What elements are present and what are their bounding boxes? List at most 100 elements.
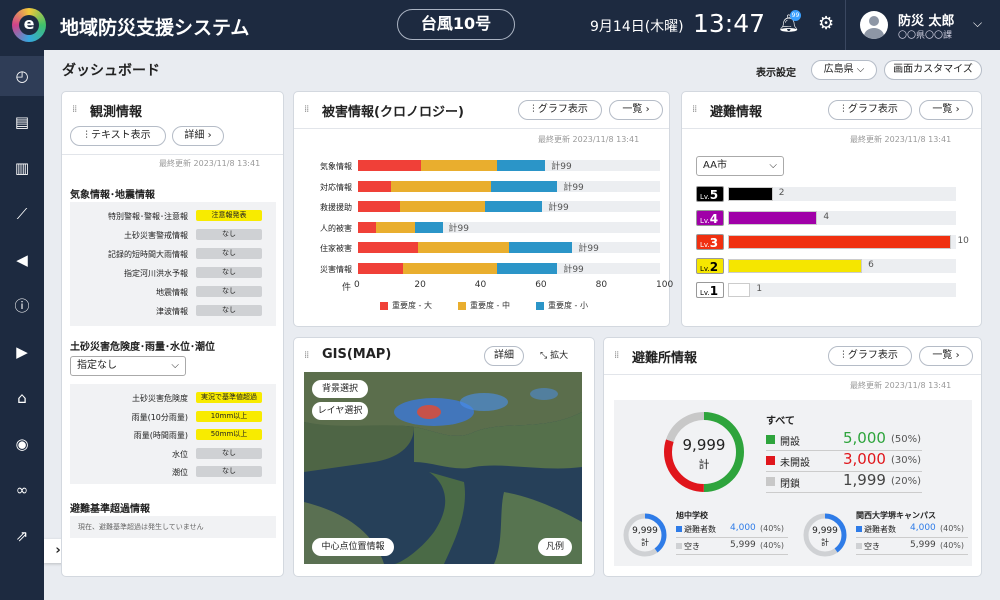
status-badge: 10mm以上 [196, 410, 262, 422]
status-percent: (50%) [891, 434, 922, 445]
x-tick-label: 100 [656, 280, 674, 290]
customize-button[interactable]: 画面カスタマイズ [884, 60, 982, 80]
last-updated: 最終更新 2023/11/8 13:41 [159, 159, 261, 168]
map-icon[interactable]: ▥ [0, 148, 44, 188]
background-select-button[interactable]: 背景選択 [312, 380, 368, 398]
chevron-down-icon: ⌵ [171, 360, 179, 371]
facility-swatch [856, 543, 862, 549]
dashboard-icon[interactable]: ◴ [0, 56, 44, 96]
section-rain: 土砂災害危険度･雨量･水位･潮位 [70, 342, 215, 353]
drag-handle-icon[interactable]: ⁞⁞ [614, 350, 619, 361]
level-prefix: Lv. [700, 289, 710, 297]
user-menu[interactable]: 防災 太郎 〇〇県〇〇課 ⌵ [845, 0, 1000, 50]
divider [856, 554, 968, 555]
shelter-total-unit: 計 [698, 458, 710, 471]
expand-button[interactable]: ⤡ 拡大 [540, 348, 568, 361]
gear-icon[interactable]: ⚙ [818, 13, 834, 34]
map-legend-button[interactable]: 凡例 [538, 538, 572, 556]
external-link-icon[interactable]: ⇗ [0, 516, 44, 556]
level-label: Lv.4 [696, 210, 724, 226]
notification-badge: 99 [790, 10, 801, 21]
map-view[interactable]: 背景選択 レイヤ選択 中心点位置情報 凡例 [304, 372, 582, 564]
obs-row-label: 土砂災害危険度 [132, 394, 188, 403]
level-count: 4 [823, 212, 830, 222]
divider [62, 154, 283, 155]
observation-card: ⁞⁞ 観測情報 ⫶ テキスト表示 詳細 › 最終更新 2023/11/8 13:… [61, 91, 284, 577]
graph-view-button[interactable]: ⫶ グラフ表示 [828, 346, 912, 366]
status-label: 開設 [780, 437, 800, 448]
typhoon-selector[interactable]: 台風10号 [397, 9, 515, 40]
facility-row-label: 避難者数 [864, 525, 896, 534]
obs-row-label: 雨量(10分雨量) [131, 412, 188, 422]
link-icon[interactable]: ∞ [0, 470, 44, 510]
avatar [860, 11, 888, 39]
chart-icon[interactable]: ⟋ [0, 194, 44, 234]
legend-swatch [380, 302, 388, 310]
video-icon[interactable]: ▶ [0, 332, 44, 372]
document-icon[interactable]: ▤ [0, 102, 44, 142]
current-date: 9月14日(木曜) [590, 19, 684, 35]
drag-handle-icon[interactable]: ⁞⁞ [72, 104, 77, 115]
user-name: 防災 太郎 [898, 14, 955, 29]
bar-segment [418, 242, 509, 253]
facility-total-unit: 計 [821, 538, 829, 547]
drag-handle-icon[interactable]: ⁞⁞ [304, 104, 309, 115]
layer-select-button[interactable]: レイヤ選択 [312, 402, 368, 420]
last-updated: 最終更新 2023/11/8 13:41 [850, 381, 952, 390]
status-badge: なし [196, 229, 262, 240]
megaphone-icon[interactable]: ◀ [0, 240, 44, 280]
status-badge: 注意報発表 [196, 210, 262, 221]
level-prefix: Lv. [700, 217, 710, 225]
bar-segment [358, 242, 419, 253]
center-info-button[interactable]: 中心点位置情報 [312, 538, 394, 556]
facility-total: 9,999 [812, 526, 838, 536]
detail-button[interactable]: 詳細 [484, 346, 524, 366]
level-number: 1 [709, 284, 719, 298]
info-icon[interactable]: ⓘ [0, 286, 44, 326]
obs-row-label: 土砂災害警戒情報 [124, 231, 188, 240]
divider [856, 537, 968, 538]
bar-segment [496, 160, 546, 171]
list-button[interactable]: 一覧 › [919, 100, 973, 120]
obs-row-label: 特別警報･警報･注意報 [108, 212, 188, 221]
graph-view-button[interactable]: ⫶ グラフ表示 [518, 100, 602, 120]
legend-swatch [536, 302, 544, 310]
app-logo: e [12, 8, 46, 42]
level-count: 6 [868, 260, 874, 270]
text-view-button[interactable]: ⫶ テキスト表示 [70, 126, 166, 146]
status-badge: なし [196, 267, 262, 278]
broadcast-icon[interactable]: ◉ [0, 424, 44, 464]
status-percent: (20%) [891, 476, 922, 487]
drag-handle-icon[interactable]: ⁞⁞ [304, 350, 309, 361]
drag-handle-icon[interactable]: ⁞⁞ [692, 104, 697, 115]
section-evac-exceed: 避難基準超過情報 [70, 504, 150, 515]
area-select[interactable]: 指定なし ⌵ [70, 356, 186, 376]
total-label: 計99 [551, 162, 572, 172]
total-label: 計99 [563, 264, 584, 275]
city-select[interactable]: AA市 ⌵ [696, 156, 784, 176]
card-title: 避難所情報 [632, 351, 698, 366]
status-badge: なし [196, 466, 262, 477]
facility-row-value: 5,999 [730, 540, 756, 550]
shelter-total: 9,999 [682, 436, 726, 454]
status-value: 1,999 [843, 471, 886, 489]
section-weather: 気象情報･地震情報 [70, 190, 155, 201]
evacuation-icon[interactable]: ⌂ [0, 378, 44, 418]
legend-label: 重要度 - 小 [548, 301, 588, 310]
level-label: Lv.1 [696, 282, 724, 298]
region-select[interactable]: 広島県 ⌵ [811, 60, 877, 80]
evac-exceed-box: 現在、避難基準超過は発生していません [70, 516, 276, 538]
card-title: 避難情報 [710, 105, 763, 120]
bar-segment [358, 221, 377, 233]
list-button[interactable]: 一覧 › [609, 100, 663, 120]
detail-button[interactable]: 詳細 › [172, 126, 224, 146]
divider [294, 128, 669, 129]
level-prefix: Lv. [700, 241, 710, 249]
graph-view-button[interactable]: ⫶ グラフ表示 [828, 100, 912, 120]
gis-card: ⁞⁞ GIS(MAP) 詳細 ⤡ 拡大 背景選択 レイヤ選択 中心点位置情報 凡… [293, 337, 595, 577]
weather-list: 特別警報･警報･注意報 注意報発表 土砂災害警戒情報 なし 記録的短時間大雨情報 なし 指定… [70, 202, 276, 326]
level-number: 3 [709, 236, 719, 250]
list-button[interactable]: 一覧 › [919, 346, 973, 366]
level-bar [728, 211, 818, 225]
status-badge: なし [196, 248, 262, 259]
